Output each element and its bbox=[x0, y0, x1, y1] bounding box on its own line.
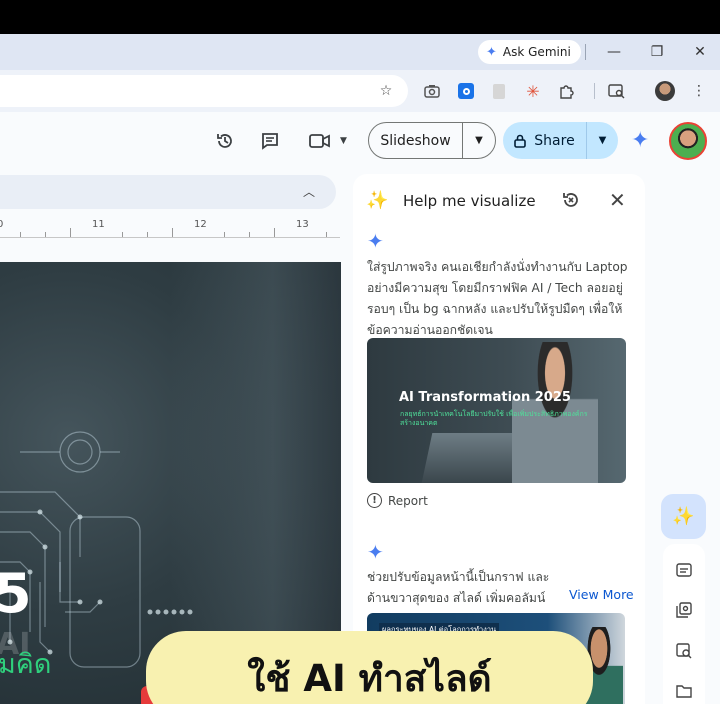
gemini-spark-icon: ✦ bbox=[486, 44, 497, 60]
ruler-tick bbox=[20, 232, 21, 237]
horizontal-ruler: 0 11 12 13 bbox=[0, 214, 340, 238]
alert-icon: ! bbox=[367, 493, 382, 508]
document-extension-icon[interactable] bbox=[488, 80, 510, 102]
rail-folder-icon[interactable] bbox=[671, 680, 697, 702]
browser-profile-avatar[interactable] bbox=[655, 81, 675, 101]
share-button-group: Share ▼ bbox=[503, 122, 618, 159]
slideshow-dropdown-icon[interactable]: ▼ bbox=[463, 123, 495, 158]
minimize-button[interactable]: — bbox=[601, 40, 627, 64]
share-dropdown-icon[interactable]: ▼ bbox=[587, 122, 618, 159]
rail-captions-icon[interactable] bbox=[671, 559, 697, 581]
ruler-tick bbox=[326, 232, 327, 237]
magic-wand-icon: ✨ bbox=[672, 506, 695, 527]
meet-video-icon[interactable] bbox=[306, 127, 334, 155]
ruler-tick bbox=[224, 232, 225, 237]
gemini-response-icon: ✦ bbox=[367, 540, 384, 564]
image-subtitle: สร้างอนาคต bbox=[400, 419, 438, 427]
menu-collapse-bar: ︿ bbox=[0, 175, 336, 209]
prompt-text: ใส่รูปภาพจริง คนเอเชียกำลังนั่งทำงานกับ … bbox=[367, 260, 628, 337]
version-history-icon[interactable] bbox=[211, 127, 239, 155]
close-icon: ✕ bbox=[694, 44, 706, 60]
lock-icon bbox=[514, 134, 527, 148]
restore-icon: ❐ bbox=[650, 44, 664, 60]
ruler-tick bbox=[172, 228, 173, 237]
ruler-tick bbox=[147, 232, 148, 237]
generated-image[interactable]: AI Transformation 2025 กลยุทธ์การนำเทคโน… bbox=[367, 338, 626, 483]
report-label: Report bbox=[388, 493, 428, 508]
ask-gemini-button[interactable]: ✦ Ask Gemini bbox=[478, 40, 581, 64]
ruler-tick bbox=[70, 228, 71, 237]
search-tab-icon[interactable] bbox=[605, 80, 627, 102]
account-avatar[interactable] bbox=[669, 122, 707, 160]
ruler-label: 0 bbox=[0, 219, 4, 230]
history-icon[interactable] bbox=[561, 190, 581, 215]
blue-extension-icon[interactable] bbox=[455, 80, 477, 102]
camera-extension-icon[interactable] bbox=[421, 80, 443, 102]
rail-layers-icon[interactable] bbox=[671, 599, 697, 621]
address-bar[interactable] bbox=[0, 75, 408, 107]
slideshow-button[interactable]: Slideshow bbox=[369, 123, 463, 158]
caption-text: ใช้ AI ทำสไลด์ bbox=[247, 657, 492, 700]
slide-thai-text: มคิด bbox=[0, 649, 52, 680]
share-button[interactable]: Share bbox=[503, 122, 587, 159]
gemini-sparkle-icon[interactable]: ✦ bbox=[631, 128, 649, 153]
video-caption: ใช้ AI ทำสไลด์ bbox=[146, 631, 593, 704]
close-panel-icon[interactable]: ✕ bbox=[609, 188, 626, 212]
view-more-link[interactable]: View More bbox=[569, 587, 634, 602]
ruler-tick bbox=[45, 232, 46, 237]
slide-big-number: 5 bbox=[0, 562, 32, 625]
minimize-icon: — bbox=[607, 44, 621, 60]
ruler-label: 11 bbox=[92, 219, 105, 230]
ruler-tick bbox=[249, 232, 250, 237]
meet-dropdown-icon[interactable]: ▼ bbox=[340, 136, 347, 146]
ask-gemini-label: Ask Gemini bbox=[502, 45, 571, 59]
comments-icon[interactable] bbox=[256, 127, 284, 155]
panel-title: Help me visualize bbox=[403, 192, 536, 210]
slideshow-button-group: Slideshow ▼ bbox=[368, 122, 496, 159]
restore-button[interactable]: ❐ bbox=[644, 40, 670, 64]
top-black-bar bbox=[0, 0, 720, 34]
report-button[interactable]: ! Report bbox=[367, 493, 428, 508]
ruler-label: 12 bbox=[194, 219, 207, 230]
ruler-label: 13 bbox=[296, 219, 309, 230]
share-label: Share bbox=[534, 132, 575, 149]
toolbar-divider bbox=[594, 83, 595, 99]
chevron-up-icon[interactable]: ︿ bbox=[303, 183, 315, 200]
rail-image-search-icon[interactable] bbox=[671, 640, 697, 662]
close-window-button[interactable]: ✕ bbox=[687, 40, 713, 64]
title-divider bbox=[585, 44, 586, 60]
asterisk-extension-icon[interactable]: ✳ bbox=[522, 80, 544, 102]
browser-menu-icon[interactable]: ⋮ bbox=[688, 80, 710, 102]
gemini-response-icon: ✦ bbox=[367, 229, 384, 253]
extensions-puzzle-icon[interactable] bbox=[555, 80, 577, 102]
rail-visualize-button[interactable]: ✨ bbox=[661, 494, 706, 539]
ruler-tick bbox=[122, 232, 123, 237]
image-title: AI Transformation 2025 bbox=[399, 390, 571, 405]
bookmark-star-icon[interactable]: ☆ bbox=[375, 80, 397, 102]
magic-wand-icon: ✨ bbox=[366, 190, 389, 211]
ruler-tick bbox=[274, 228, 275, 237]
